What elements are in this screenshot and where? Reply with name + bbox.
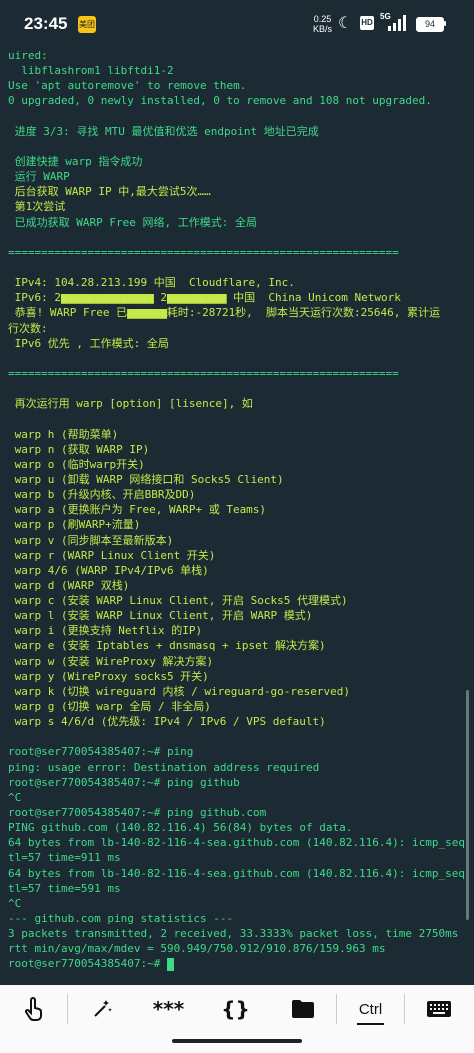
terminal-line: warp g (切换 warp 全局 / 非全局) (8, 700, 211, 714)
battery-tip (444, 21, 446, 26)
terminal-line: uired: (8, 49, 48, 62)
terminal-line: root@ser770054385407:~# ping github (8, 775, 240, 789)
terminal-line: ========================================… (8, 366, 399, 380)
network-speed-unit: KB/s (313, 24, 333, 34)
network-speed-value: 0.25 (313, 14, 332, 24)
magic-button[interactable] (68, 985, 135, 1033)
terminal-line: warp k (切换 wireguard 内核 / wireguard-go-r… (8, 684, 351, 698)
braces-button[interactable]: {} (202, 985, 269, 1033)
terminal-line: warp a (更换账户为 Free, WARP+ 或 Teams) (8, 503, 267, 517)
terminal-line: ^C (8, 790, 22, 804)
terminal-line: root@ser770054385407:~# ping (8, 745, 194, 759)
terminal-line: IPv4: 104.28.213.199 中国 Cloudflare, Inc. (8, 276, 295, 290)
terminal-line: 第1次尝试 (8, 200, 66, 214)
ctrl-underline (357, 1023, 384, 1025)
terminal-line: warp r (WARP Linux Client 开关) (8, 548, 216, 562)
ctrl-button[interactable]: Ctrl (337, 985, 404, 1033)
terminal-scrollbar[interactable] (466, 690, 469, 920)
terminal-line: 行次数: (8, 321, 48, 335)
terminal-line: warp h (帮助菜单) (8, 427, 119, 441)
extra-keys-toolbar: *** {} Ctrl (0, 985, 474, 1033)
ctrl-label: Ctrl (358, 1000, 383, 1018)
terminal-line: PING github.com (140.82.116.4) 56(84) by… (8, 821, 353, 835)
terminal-output[interactable]: uired: libflashrom1 libftdi1-2 Use 'apt a… (0, 48, 464, 980)
terminal-line: 0 upgraded, 0 newly installed, 0 to remo… (8, 94, 432, 108)
terminal-line: warp y (WireProxy socks5 开关) (8, 669, 209, 683)
battery-icon: 94 (416, 17, 444, 32)
terminal-line: 已成功获取 WARP Free 网络, 工作模式: 全局 (8, 215, 257, 229)
terminal-line: warp c (安装 WARP Linux Client, 开启 Socks5 … (8, 594, 348, 608)
keyboard-icon (426, 1001, 451, 1017)
magic-wand-icon (93, 1000, 112, 1017)
terminal-line: --- github.com ping statistics --- (8, 912, 234, 926)
status-bar: 23:45 美团 0.25 KB/s ☾ HD 5G 94 (0, 0, 474, 48)
terminal-line: warp s 4/6/d (优先级: IPv4 / IPv6 / VPS def… (8, 715, 326, 729)
terminal-line: warp l (安装 WARP Linux Client, 开启 WARP 模式… (8, 609, 313, 623)
terminal-line: 创建快捷 warp 指令成功 (8, 154, 143, 168)
keyboard-button[interactable] (405, 985, 472, 1033)
folder-button[interactable] (269, 985, 336, 1033)
network-speed: 0.25 KB/s (313, 14, 332, 34)
terminal-cursor (166, 957, 174, 971)
terminal-line: ping: usage error: Destination address r… (8, 760, 320, 774)
moon-icon: ☾ (338, 15, 353, 32)
terminal-line: warp v (同步脚本至最新版本) (8, 533, 174, 547)
terminal-line: 64 bytes from lb-140-82-116-4-sea.github… (8, 836, 464, 850)
terminal-line: ========================================… (8, 245, 399, 259)
terminal-line: tl=57 time=911 ms (8, 851, 121, 865)
terminal-line: warp b (升级内核、开启BBR及DD) (8, 488, 196, 502)
terminal-line: 运行 WARP (8, 170, 70, 184)
terminal-line: ^C (8, 896, 22, 910)
terminal-line: warp d (WARP 双栈) (8, 578, 130, 592)
password-button[interactable]: *** (135, 985, 202, 1033)
terminal-line: warp u (卸载 WARP 网络接口和 Socks5 Client) (8, 472, 284, 486)
terminal-line: IPv6 优先 , 工作模式: 全局 (8, 336, 169, 350)
terminal-line: 64 bytes from lb-140-82-116-4-sea.github… (8, 866, 464, 880)
folder-icon (291, 1000, 314, 1018)
terminal-line: 进度 3/3: 寻找 MTU 最优值和优选 endpoint 地址已完成 (8, 124, 319, 138)
terminal-line: warp p (刷WARP+流量) (8, 518, 141, 532)
system-nav-bar (0, 1033, 474, 1053)
hd-icon: HD (360, 16, 374, 30)
terminal-line: 后台获取 WARP IP 中,最大尝试5次…… (8, 185, 211, 199)
terminal-line: 恭喜! WARP Free 已▆▆▆▆▆▆耗时:-28721秒, 脚本当天运行次… (8, 306, 441, 320)
terminal-line: 3 packets transmitted, 2 received, 33.33… (8, 927, 459, 941)
terminal-line: libflashrom1 libftdi1-2 (8, 64, 174, 78)
terminal-line: tl=57 time=591 ms (8, 881, 121, 895)
terminal-line: warp e (安装 Iptables + dnsmasq + ipset 解决… (8, 639, 326, 653)
terminal-line: warp n (获取 WARP IP) (8, 442, 150, 456)
terminal-line: warp 4/6 (WARP IPv4/IPv6 单栈) (8, 563, 209, 577)
touch-button[interactable] (0, 985, 67, 1033)
signal-icon (388, 15, 406, 31)
terminal-line: rtt min/avg/max/mdev = 590.949/750.912/9… (8, 942, 386, 956)
terminal-line: warp w (安装 WireProxy 解决方案) (8, 654, 214, 668)
terminal-line: 再次运行用 warp [option] [lisence], 如 (8, 397, 253, 411)
touch-icon (24, 997, 42, 1021)
terminal-line: warp i (更换支持 Netflix 的IP) (8, 624, 203, 638)
status-time: 23:45 (24, 14, 68, 33)
terminal-line: Use 'apt autoremove' to remove them. (8, 79, 247, 93)
terminal-line: root@ser770054385407:~# ping github.com (8, 806, 267, 820)
terminal-line: warp o (临时warp开关) (8, 457, 145, 471)
home-gesture-bar[interactable] (172, 1039, 302, 1043)
terminal-line: root@ser770054385407:~# (8, 956, 464, 971)
terminal-line: IPv6: 2▆▆▆▆▆▆▆▆▆▆▆▆▆▆ 2▆▆▆▆▆▆▆▆▆ 中国 Chin… (8, 291, 401, 305)
app-notification-icon: 美团 (78, 16, 96, 33)
